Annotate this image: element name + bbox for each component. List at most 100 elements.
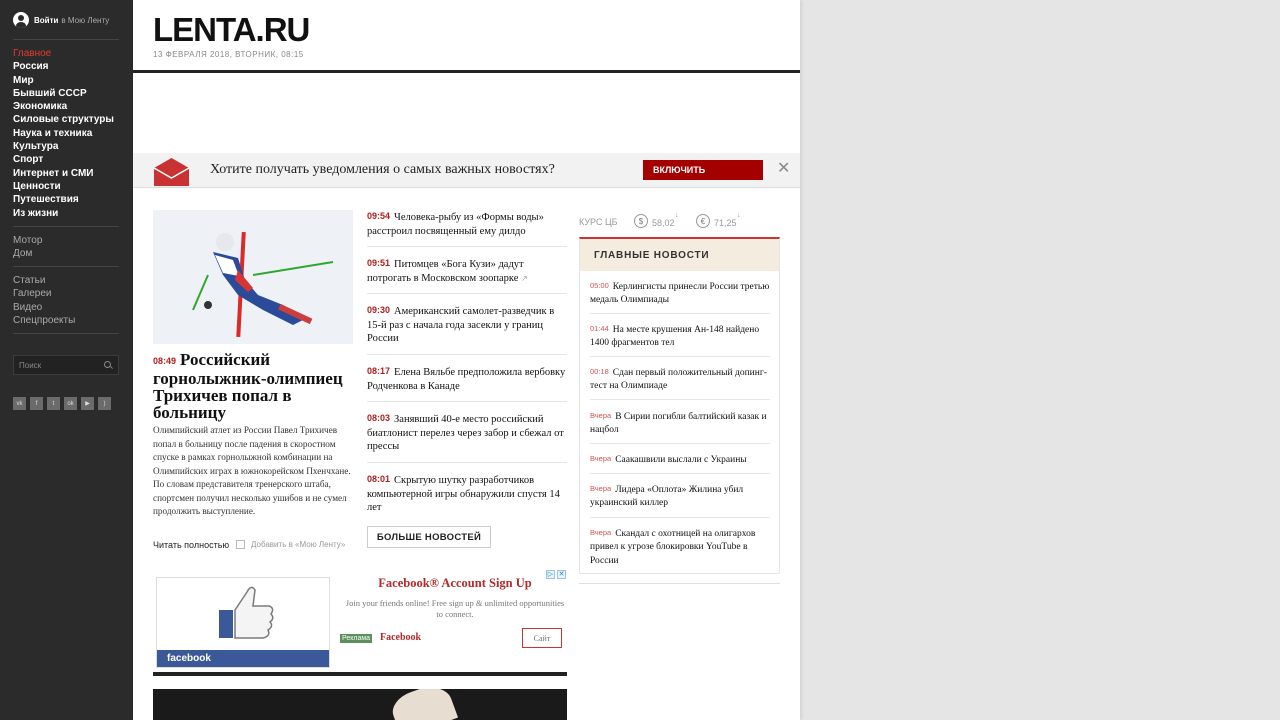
- top-news-item[interactable]: Вчера Скандал с охотницей на олигархов пр…: [590, 526, 770, 568]
- top-news-item[interactable]: 01:44 На месте крушения Ан-148 найдено 14…: [590, 322, 770, 351]
- vk-icon[interactable]: vk: [13, 397, 26, 410]
- top-news-text[interactable]: Сдан первый положительный допинг-тест на…: [590, 368, 767, 391]
- news-time: 09:54: [367, 211, 391, 221]
- rss-icon[interactable]: ): [98, 397, 111, 410]
- divider: [590, 473, 770, 474]
- top-news-time: Вчера: [590, 454, 612, 463]
- checkbox-icon[interactable]: [236, 540, 245, 549]
- top-news-text[interactable]: Лидера «Оплота» Жилина убил украинский к…: [590, 485, 743, 508]
- login-label[interactable]: Войти: [34, 16, 58, 25]
- divider: [590, 313, 770, 314]
- external-link-icon: ↗: [520, 273, 528, 283]
- advertisement[interactable]: facebook ▷ ✕ Facebook® Account Sign Up J…: [153, 567, 567, 671]
- nav-item-life[interactable]: Из жизни: [13, 207, 114, 220]
- search-input[interactable]: Поиск: [13, 355, 119, 375]
- top-news-time: Вчера: [590, 528, 612, 537]
- add-to-my-lenta[interactable]: Добавить в «Мою Ленту»: [236, 540, 345, 549]
- top-news-item[interactable]: 00:18 Сдан первый положительный допинг-те…: [590, 365, 770, 394]
- top-news-time: Вчера: [590, 484, 612, 493]
- nav-item-home[interactable]: Дом: [13, 247, 42, 260]
- notification-question: Хотите получать уведомления о самых важн…: [210, 162, 555, 177]
- divider: [367, 293, 567, 294]
- skier-image: [153, 210, 353, 344]
- nav-item-culture[interactable]: Культура: [13, 140, 114, 153]
- top-news-text[interactable]: Саакашвили выслали с Украины: [615, 455, 746, 465]
- nav-item-video[interactable]: Видео: [13, 301, 75, 314]
- nav-item-galleries[interactable]: Галереи: [13, 287, 75, 300]
- lead-title-text[interactable]: Российский горнолыжник-олимпиец Трихичев…: [153, 350, 343, 422]
- nav-item-values[interactable]: Ценности: [13, 180, 114, 193]
- news-item[interactable]: 09:54 Человека-рыбу из «Формы воды» расст…: [367, 210, 567, 247]
- facebook-icon[interactable]: f: [30, 397, 43, 410]
- login-link[interactable]: Войти в Мою Ленту: [13, 12, 109, 28]
- nav-item-articles[interactable]: Статьи: [13, 274, 75, 287]
- envelope-icon: [154, 158, 189, 186]
- news-text[interactable]: Скрытую шутку разработчиков компьютерной…: [367, 475, 560, 513]
- nav-item-science[interactable]: Наука и техника: [13, 127, 114, 140]
- sidebar: Войти в Мою Ленту Главное Россия Мир Быв…: [0, 0, 133, 720]
- nav-item-forces[interactable]: Силовые структуры: [13, 113, 114, 126]
- top-news-text[interactable]: В Сирии погибли балтийский казак и нацбо…: [590, 412, 767, 435]
- usd-rate: 58,02: [652, 218, 675, 228]
- nav-item-motor[interactable]: Мотор: [13, 234, 42, 247]
- bottom-photo[interactable]: [153, 689, 567, 720]
- top-news-item[interactable]: Вчера В Сирии погибли балтийский казак и …: [590, 409, 770, 438]
- news-item[interactable]: 08:17 Елена Вяльбе предположила вербовку …: [367, 365, 567, 402]
- ad-image[interactable]: facebook: [156, 577, 330, 668]
- nav-item-world[interactable]: Мир: [13, 74, 114, 87]
- odnoklassniki-icon[interactable]: ok: [64, 397, 77, 410]
- youtube-icon[interactable]: ▶: [81, 397, 94, 410]
- search-placeholder: Поиск: [19, 361, 42, 370]
- search-icon[interactable]: [104, 361, 111, 368]
- sidebar-tertiary-nav: Статьи Галереи Видео Спецпроекты: [13, 274, 75, 327]
- top-news-item[interactable]: Вчера Лидера «Оплота» Жилина убил украинс…: [590, 482, 770, 511]
- top-news-item[interactable]: 05:00 Керлингисты принесли России третью …: [590, 279, 770, 308]
- news-item[interactable]: 09:51 Питомцев «Бога Кузи» дадут потрогат…: [367, 257, 567, 294]
- sidebar-secondary-nav: Мотор Дом: [13, 234, 42, 261]
- ad-image-label: facebook: [157, 650, 329, 667]
- news-text[interactable]: Человека-рыбу из «Формы воды» расстроил …: [367, 212, 544, 237]
- add-to-my-lenta-label: Добавить в «Мою Ленту»: [251, 540, 346, 549]
- more-news-button[interactable]: БОЛЬШЕ НОВОСТЕЙ: [367, 526, 491, 548]
- eur-rate: 71,25: [714, 218, 737, 228]
- news-text[interactable]: Занявший 40-е место российский биатлонис…: [367, 414, 564, 452]
- close-icon[interactable]: ✕: [777, 161, 790, 177]
- news-item[interactable]: 08:03 Занявший 40-е место российский биат…: [367, 412, 567, 463]
- top-news-item[interactable]: Вчера Саакашвили выслали с Украины: [590, 452, 770, 467]
- nav-item-travel[interactable]: Путешествия: [13, 193, 114, 206]
- news-item[interactable]: 08:01 Скрытую шутку разработчиков компьют…: [367, 473, 567, 515]
- top-news-time: 00:18: [590, 367, 609, 376]
- nav-item-sport[interactable]: Спорт: [13, 153, 114, 166]
- ad-title[interactable]: Facebook® Account Sign Up: [343, 576, 567, 591]
- nav-item-economy[interactable]: Экономика: [13, 100, 114, 113]
- news-item[interactable]: 09:30 Американский самолет-разведчик в 15…: [367, 304, 567, 355]
- nav-item-ussr[interactable]: Бывший СССР: [13, 87, 114, 100]
- currency-rates: КУРС ЦБ $ 58,02 ↓ € 71,25 ↓: [579, 212, 779, 232]
- site-logo[interactable]: LENTA.RU: [153, 12, 310, 48]
- top-news-text[interactable]: На месте крушения Ан-148 найдено 1400 фр…: [590, 325, 759, 348]
- nav-item-russia[interactable]: Россия: [13, 60, 114, 73]
- dollar-icon: $: [634, 214, 648, 228]
- ad-site-button[interactable]: Сайт: [522, 628, 562, 648]
- top-news-text[interactable]: Скандал с охотницей на олигархов привел …: [590, 529, 755, 566]
- login-rest-label: в Мою Ленту: [61, 15, 110, 25]
- news-text[interactable]: Елена Вяльбе предположила вербовку Родче…: [367, 367, 565, 392]
- news-text[interactable]: Питомцев «Бога Кузи» дадут потрогать в М…: [367, 259, 524, 284]
- divider: [590, 356, 770, 357]
- read-more-link[interactable]: Читать полностью: [153, 540, 229, 550]
- enable-notifications-button[interactable]: ВКЛЮЧИТЬ: [643, 160, 763, 180]
- news-text[interactable]: Американский самолет-разведчик в 15-й ра…: [367, 306, 554, 344]
- nav-item-main[interactable]: Главное: [13, 47, 114, 60]
- divider: [590, 517, 770, 518]
- social-links: vk f t ok ▶ ): [13, 397, 111, 410]
- lead-headline[interactable]: 08:49 Российский горнолыжник-олимпиец Три…: [153, 351, 353, 421]
- lead-photo[interactable]: [153, 210, 353, 344]
- ad-badge: Реклама: [340, 634, 373, 643]
- nav-item-special[interactable]: Спецпроекты: [13, 314, 75, 327]
- nav-item-media[interactable]: Интернет и СМИ: [13, 167, 114, 180]
- ad-brand[interactable]: Facebook: [380, 632, 421, 643]
- sidebar-main-nav: Главное Россия Мир Бывший СССР Экономика…: [13, 47, 114, 220]
- twitter-icon[interactable]: t: [47, 397, 60, 410]
- top-news-text[interactable]: Керлингисты принесли России третью медал…: [590, 282, 769, 305]
- news-time: 09:30: [367, 305, 391, 315]
